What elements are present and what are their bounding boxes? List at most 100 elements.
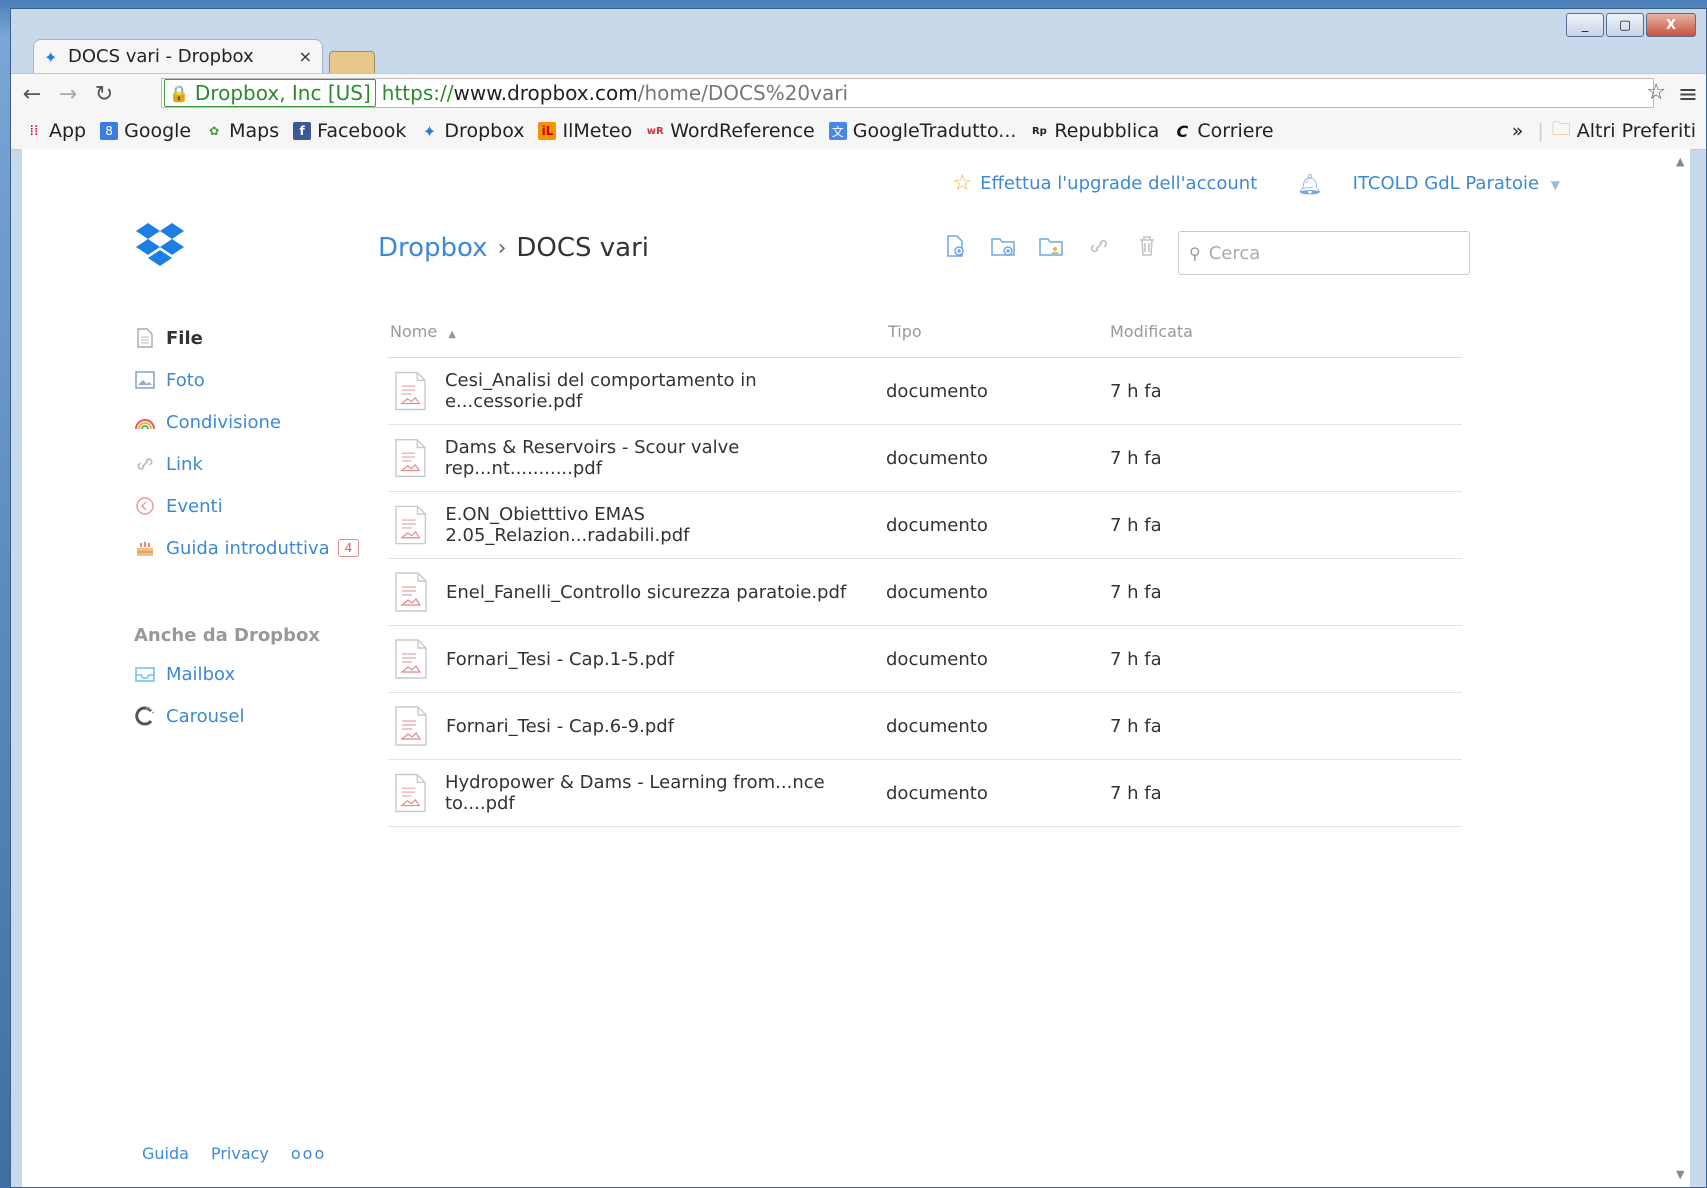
sidebar-item-link[interactable]: Link: [134, 443, 374, 485]
share-link-button[interactable]: [1086, 233, 1112, 259]
back-button[interactable]: ←: [17, 82, 47, 107]
footer: Guida Privacy ooo: [142, 1144, 348, 1163]
bookmark-google-translate[interactable]: 文 GoogleTradutto...: [828, 120, 1016, 142]
sidebar-item-carousel[interactable]: Carousel: [134, 695, 374, 737]
table-row[interactable]: Fornari_Tesi - Cap.6-9.pdf documento 7 h…: [388, 693, 1462, 760]
pdf-file-icon: [395, 773, 426, 813]
file-modified: 7 h fa: [1110, 715, 1162, 737]
bookmark-ilmeteo[interactable]: iL IlMeteo: [538, 120, 632, 142]
bookmark-star-icon[interactable]: ☆: [1646, 80, 1666, 105]
file-type: documento: [886, 514, 988, 536]
tab-close-button[interactable]: ×: [299, 47, 312, 66]
table-row[interactable]: Enel_Fanelli_Controllo sicurezza paratoi…: [388, 559, 1462, 626]
search-input[interactable]: [1206, 241, 1451, 265]
bookmark-label: IlMeteo: [562, 120, 633, 142]
file-modified: 7 h fa: [1110, 782, 1162, 804]
forward-button[interactable]: →: [53, 82, 83, 107]
reload-button[interactable]: ↻: [89, 82, 119, 107]
wordreference-icon: wR: [646, 125, 664, 137]
scroll-up-arrow-icon[interactable]: ▲: [1676, 155, 1684, 168]
close-window-button[interactable]: X: [1646, 13, 1696, 37]
table-row[interactable]: Fornari_Tesi - Cap.1-5.pdf documento 7 h…: [388, 626, 1462, 693]
bookmarks-overflow-button[interactable]: »: [1512, 120, 1524, 142]
file-name-cell: Fornari_Tesi - Cap.1-5.pdf: [388, 638, 886, 680]
bookmark-repubblica[interactable]: Rp Repubblica: [1030, 120, 1159, 142]
upload-file-button[interactable]: [942, 233, 968, 259]
sidebar-item-label: Condivisione: [166, 411, 281, 433]
footer-more-button[interactable]: ooo: [291, 1144, 326, 1163]
sidebar-item-file[interactable]: File: [134, 317, 374, 359]
file-name[interactable]: Dams & Reservoirs - Scour valve rep...nt…: [445, 437, 886, 479]
bookmark-app[interactable]: ⁞⁞ App: [25, 120, 87, 142]
corriere-icon: C: [1176, 121, 1189, 141]
new-folder-button[interactable]: [990, 233, 1016, 259]
google-translate-icon: 文: [828, 122, 847, 140]
table-row[interactable]: Cesi_Analisi del comportamento in e...ce…: [388, 358, 1462, 425]
other-bookmarks-folder[interactable]: 🗀 Altri Preferiti: [1552, 115, 1696, 147]
file-name[interactable]: Fornari_Tesi - Cap.1-5.pdf: [446, 649, 674, 670]
new-tab-button[interactable]: [329, 51, 375, 75]
file-name[interactable]: Hydropower & Dams - Learning from...nce …: [445, 772, 886, 814]
sidebar-item-label: Guida introduttiva: [166, 537, 330, 559]
maps-icon: ✿: [209, 124, 220, 138]
sidebar-item-eventi[interactable]: Eventi: [134, 485, 374, 527]
dropbox-icon: ✦: [422, 121, 437, 141]
account-name: ITCOLD GdL Paratoie: [1352, 173, 1540, 194]
maximize-button[interactable]: ▢: [1606, 13, 1644, 37]
column-header-label: Nome: [390, 321, 438, 341]
ev-certificate-badge[interactable]: 🔒 Dropbox, Inc [US]: [164, 79, 376, 107]
breadcrumb-root-link[interactable]: Dropbox: [378, 233, 488, 263]
column-header-modified[interactable]: Modificata: [1110, 322, 1462, 341]
bookmark-corriere[interactable]: C Corriere: [1173, 120, 1273, 142]
browser-tab-active[interactable]: ✦ DOCS vari - Dropbox ×: [33, 39, 323, 73]
folder-icon: 🗀: [1551, 118, 1571, 140]
dropbox-logo[interactable]: [134, 221, 186, 271]
file-actions-toolbar: [942, 233, 1182, 259]
footer-help-link[interactable]: Guida: [142, 1144, 189, 1163]
sidebar-item-label: Foto: [166, 369, 205, 391]
file-name[interactable]: Enel_Fanelli_Controllo sicurezza paratoi…: [446, 582, 846, 603]
search-box[interactable]: ⚲: [1178, 231, 1470, 275]
bookmark-google[interactable]: 8 Google: [100, 120, 191, 142]
bookmark-maps[interactable]: ✿ Maps: [205, 120, 279, 142]
table-row[interactable]: Dams & Reservoirs - Scour valve rep...nt…: [388, 425, 1462, 492]
bookmark-wordreference[interactable]: wR WordReference: [646, 120, 815, 142]
account-topbar: ☆ Effettua l'upgrade dell'account 🔔︎ ITC…: [952, 171, 1560, 196]
sort-ascending-icon: ▲: [448, 328, 456, 340]
table-row[interactable]: E.ON_Obietttivo EMAS 2.05_Relazion...rad…: [388, 492, 1462, 559]
address-bar[interactable]: 🔒 Dropbox, Inc [US] https:// www.dropbox…: [161, 78, 1654, 108]
notifications-bell-icon[interactable]: 🔔︎: [1297, 172, 1322, 196]
breadcrumb-current: DOCS vari: [516, 233, 650, 263]
scroll-down-arrow-icon[interactable]: ▼: [1676, 1168, 1684, 1181]
sidebar-item-guida-introduttiva[interactable]: Guida introduttiva 4: [134, 527, 374, 569]
column-header-type[interactable]: Tipo: [888, 322, 1110, 341]
sidebar-item-condivisione[interactable]: Condivisione: [134, 401, 374, 443]
account-menu[interactable]: ITCOLD GdL Paratoie ▼: [1353, 173, 1560, 194]
bookmark-label: Dropbox: [444, 120, 525, 142]
bookmark-facebook[interactable]: f Facebook: [293, 120, 406, 142]
file-name[interactable]: Fornari_Tesi - Cap.6-9.pdf: [446, 716, 674, 737]
bookmarks-overflow: » | 🗀 Altri Preferiti: [1512, 115, 1696, 147]
pdf-file-icon: [395, 639, 427, 679]
column-header-name[interactable]: Nome ▲: [388, 322, 888, 341]
sidebar-item-mailbox[interactable]: Mailbox: [134, 653, 374, 695]
file-list: Nome ▲ Tipo Modificata Cesi_Analisi del …: [388, 305, 1462, 827]
file-modified: 7 h fa: [1110, 514, 1162, 536]
footer-privacy-link[interactable]: Privacy: [211, 1144, 269, 1163]
sidebar-item-label: Link: [166, 453, 203, 475]
sidebar-item-foto[interactable]: Foto: [134, 359, 374, 401]
file-modified: 7 h fa: [1110, 447, 1162, 469]
rainbow-share-icon: [134, 411, 156, 433]
minimize-button[interactable]: _: [1566, 13, 1604, 37]
vertical-scrollbar[interactable]: ▲ ▼: [1672, 149, 1690, 1187]
file-name[interactable]: E.ON_Obietttivo EMAS 2.05_Relazion...rad…: [445, 504, 886, 546]
bookmark-dropbox[interactable]: ✦ Dropbox: [420, 120, 525, 142]
chrome-menu-icon[interactable]: ≡: [1678, 80, 1698, 108]
pdf-file-icon: [395, 371, 426, 411]
share-folder-button[interactable]: [1038, 233, 1064, 259]
table-row[interactable]: Hydropower & Dams - Learning from...nce …: [388, 760, 1462, 827]
file-name[interactable]: Cesi_Analisi del comportamento in e...ce…: [445, 370, 886, 412]
file-modified: 7 h fa: [1110, 581, 1162, 603]
delete-button[interactable]: [1134, 233, 1160, 259]
upgrade-account-link[interactable]: Effettua l'upgrade dell'account: [980, 173, 1257, 194]
